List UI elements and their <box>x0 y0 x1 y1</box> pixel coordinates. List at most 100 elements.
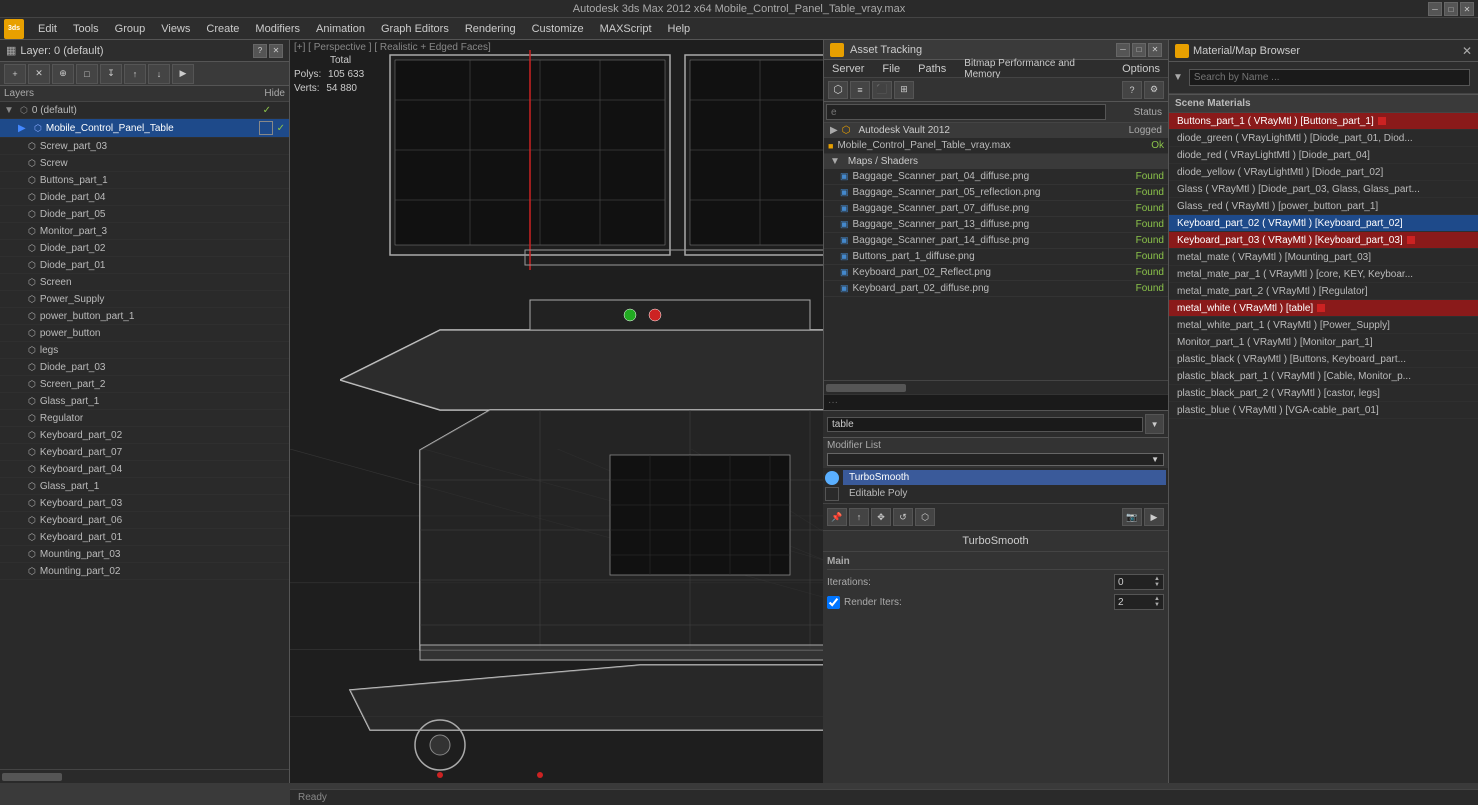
layer-item-keyboard-06[interactable]: ⬡ Keyboard_part_06 <box>0 512 289 529</box>
asset-maximize-button[interactable]: □ <box>1132 43 1146 57</box>
asset-menu-bitmap-perf[interactable]: Bitmap Performance and Memory <box>960 57 1108 81</box>
layer-item-screw-part-03[interactable]: ⬡ Screw_part_03 <box>0 138 289 155</box>
mat-item-metal-white-part-1[interactable]: metal_white_part_1 ( VRayMtl ) [Power_Su… <box>1169 317 1478 334</box>
asset-row-img8[interactable]: ▣ Keyboard_part_02_diffuse.png Found <box>824 281 1168 297</box>
mod-cam-btn[interactable]: 📷 <box>1122 508 1142 526</box>
iterations-input[interactable]: 0 ▲ ▼ <box>1114 574 1164 590</box>
layer-expand-button[interactable]: ▶ <box>172 64 194 84</box>
mod-pin-btn[interactable]: 📌 <box>827 508 847 526</box>
layer-item-diode-04[interactable]: ⬡ Diode_part_04 <box>0 189 289 206</box>
asset-scroll-thumb[interactable] <box>826 384 906 392</box>
render-iters-spinners[interactable]: ▲ ▼ <box>1154 596 1160 608</box>
mat-list[interactable]: Buttons_part_1 ( VRayMtl ) [Buttons_part… <box>1169 113 1478 783</box>
close-button[interactable]: ✕ <box>1460 2 1474 16</box>
mod-select-btn[interactable]: ↑ <box>849 508 869 526</box>
editable-poly-label[interactable]: Editable Poly <box>843 486 1166 501</box>
modifier-item-turbosmooth[interactable]: TurboSmooth <box>825 470 1166 485</box>
layer-item-mobile-control[interactable]: ▶ ⬡ Mobile_Control_Panel_Table ✓ <box>0 119 289 138</box>
layers-scrollbar-h[interactable] <box>0 769 289 783</box>
asset-menu-paths[interactable]: Paths <box>914 62 950 76</box>
mat-item-diode-green[interactable]: diode_green ( VRayLightMtl ) [Diode_part… <box>1169 130 1478 147</box>
menu-graph-editors[interactable]: Graph Editors <box>373 21 457 37</box>
layer-item-keyboard-03[interactable]: ⬡ Keyboard_part_03 <box>0 495 289 512</box>
asset-menu-options[interactable]: Options <box>1118 62 1164 76</box>
layer-item-buttons-part-1[interactable]: ⬡ Buttons_part_1 <box>0 172 289 189</box>
mat-item-monitor-part-1[interactable]: Monitor_part_1 ( VRayMtl ) [Monitor_part… <box>1169 334 1478 351</box>
asset-close-button[interactable]: ✕ <box>1148 43 1162 57</box>
layer-item-power-button[interactable]: ⬡ power_button <box>0 325 289 342</box>
layer-item-keyboard-01[interactable]: ⬡ Keyboard_part_01 <box>0 529 289 546</box>
layer-up-button[interactable]: ↑ <box>124 64 146 84</box>
layer-delete-button[interactable]: ✕ <box>28 64 50 84</box>
layer-item-mounting-02[interactable]: ⬡ Mounting_part_02 <box>0 563 289 580</box>
layers-scroll-area[interactable]: ▼ ⬡ 0 (default) ✓ ▶ ⬡ Mobile_Control_Pan… <box>0 102 289 769</box>
mat-item-metal-mate-par-1[interactable]: metal_mate_par_1 ( VRayMtl ) [core, KEY,… <box>1169 266 1478 283</box>
layer-item-screen[interactable]: ⬡ Screen <box>0 274 289 291</box>
menu-help[interactable]: Help <box>660 21 699 37</box>
render-iters-input[interactable]: 2 ▲ ▼ <box>1114 594 1164 610</box>
layer-move-button[interactable]: ↧ <box>100 64 122 84</box>
asset-row-img3[interactable]: ▣ Baggage_Scanner_part_07_diffuse.png Fo… <box>824 201 1168 217</box>
layer-item-keyboard-07[interactable]: ⬡ Keyboard_part_07 <box>0 444 289 461</box>
menu-tools[interactable]: Tools <box>65 21 107 37</box>
viewport-3d[interactable] <box>290 40 823 783</box>
asset-row-img1[interactable]: ▣ Baggage_Scanner_part_04_diffuse.png Fo… <box>824 169 1168 185</box>
layer-item-diode-03[interactable]: ⬡ Diode_part_03 <box>0 359 289 376</box>
layer-item-diode-02[interactable]: ⬡ Diode_part_02 <box>0 240 289 257</box>
asset-tb-btn3[interactable]: ⬛ <box>872 81 892 99</box>
layer-down-button[interactable]: ↓ <box>148 64 170 84</box>
modifier-item-editable-poly[interactable]: Editable Poly <box>825 486 1166 501</box>
mod-render-btn[interactable]: ▶ <box>1144 508 1164 526</box>
mat-item-metal-mate[interactable]: metal_mate ( VRayMtl ) [Mounting_part_03… <box>1169 249 1478 266</box>
layer-item-regulator[interactable]: ⬡ Regulator <box>0 410 289 427</box>
layer-item-glass-part-1a[interactable]: ⬡ Glass_part_1 <box>0 393 289 410</box>
mat-item-plastic-blue[interactable]: plastic_blue ( VRayMtl ) [VGA-cable_part… <box>1169 402 1478 419</box>
mat-search-input[interactable] <box>1189 69 1470 86</box>
mod-scale-btn[interactable]: ⬡ <box>915 508 935 526</box>
mat-item-plastic-black[interactable]: plastic_black ( VRayMtl ) [Buttons, Keyb… <box>1169 351 1478 368</box>
menu-modifiers[interactable]: Modifiers <box>247 21 308 37</box>
menu-maxscript[interactable]: MAXScript <box>592 21 660 37</box>
menu-views[interactable]: Views <box>153 21 198 37</box>
layer-add-button[interactable]: + <box>4 64 26 84</box>
layers-close-button[interactable]: ✕ <box>269 44 283 58</box>
asset-row-img7[interactable]: ▣ Keyboard_part_02_Reflect.png Found <box>824 265 1168 281</box>
layer-item-legs[interactable]: ⬡ legs <box>0 342 289 359</box>
asset-tb-btn4[interactable]: ⊞ <box>894 81 914 99</box>
asset-tb-btn2[interactable]: ≡ <box>850 81 870 99</box>
menu-group[interactable]: Group <box>107 21 154 37</box>
asset-row-img4[interactable]: ▣ Baggage_Scanner_part_13_diffuse.png Fo… <box>824 217 1168 233</box>
menu-edit[interactable]: Edit <box>30 21 65 37</box>
mod-rotate-btn[interactable]: ↺ <box>893 508 913 526</box>
asset-search-input[interactable] <box>826 104 1106 120</box>
mat-item-diode-yellow[interactable]: diode_yellow ( VRayLightMtl ) [Diode_par… <box>1169 164 1478 181</box>
render-iters-checkbox[interactable] <box>827 596 840 609</box>
modifier-dropdown-btn[interactable]: ▼ <box>1145 414 1164 434</box>
layer-item-monitor-part-3[interactable]: ⬡ Monitor_part_3 <box>0 223 289 240</box>
asset-tb-btn1[interactable]: ⬡ <box>828 81 848 99</box>
layer-item-power-button-part-1[interactable]: ⬡ power_button_part_1 <box>0 308 289 325</box>
layer-item-diode-05[interactable]: ⬡ Diode_part_05 <box>0 206 289 223</box>
asset-row-max-file[interactable]: ■ Mobile_Control_Panel_Table_vray.max Ok <box>824 138 1168 154</box>
layer-item-screen-part-2[interactable]: ⬡ Screen_part_2 <box>0 376 289 393</box>
layer-item-power-supply[interactable]: ⬡ Power_Supply <box>0 291 289 308</box>
modifier-list-dropdown[interactable]: ▼ <box>827 453 1164 466</box>
layer-item-diode-01[interactable]: ⬡ Diode_part_01 <box>0 257 289 274</box>
asset-row-img2[interactable]: ▣ Baggage_Scanner_part_05_reflection.png… <box>824 185 1168 201</box>
mat-item-keyboard-02[interactable]: Keyboard_part_02 ( VRayMtl ) [Keyboard_p… <box>1169 215 1478 232</box>
mat-item-keyboard-03[interactable]: Keyboard_part_03 ( VRayMtl ) [Keyboard_p… <box>1169 232 1478 249</box>
layer-item-default[interactable]: ▼ ⬡ 0 (default) ✓ <box>0 102 289 119</box>
layer-select-button[interactable]: □ <box>76 64 98 84</box>
asset-row-img6[interactable]: ▣ Buttons_part_1_diffuse.png Found <box>824 249 1168 265</box>
asset-minimize-button[interactable]: ─ <box>1116 43 1130 57</box>
mat-item-metal-white[interactable]: metal_white ( VRayMtl ) [table] <box>1169 300 1478 317</box>
asset-tb-help[interactable]: ? <box>1122 81 1142 99</box>
minimize-button[interactable]: ─ <box>1428 2 1442 16</box>
layer-item-mounting-03[interactable]: ⬡ Mounting_part_03 <box>0 546 289 563</box>
asset-menu-server[interactable]: Server <box>828 62 868 76</box>
mat-item-metal-mate-part-2[interactable]: metal_mate_part_2 ( VRayMtl ) [Regulator… <box>1169 283 1478 300</box>
asset-list[interactable]: ▶ ⬡ Autodesk Vault 2012 Logged ■ Mobile_… <box>824 123 1168 380</box>
mat-item-buttons-part-1[interactable]: Buttons_part_1 ( VRayMtl ) [Buttons_part… <box>1169 113 1478 130</box>
mod-move-btn[interactable]: ✥ <box>871 508 891 526</box>
layer-new-button[interactable]: ⊕ <box>52 64 74 84</box>
